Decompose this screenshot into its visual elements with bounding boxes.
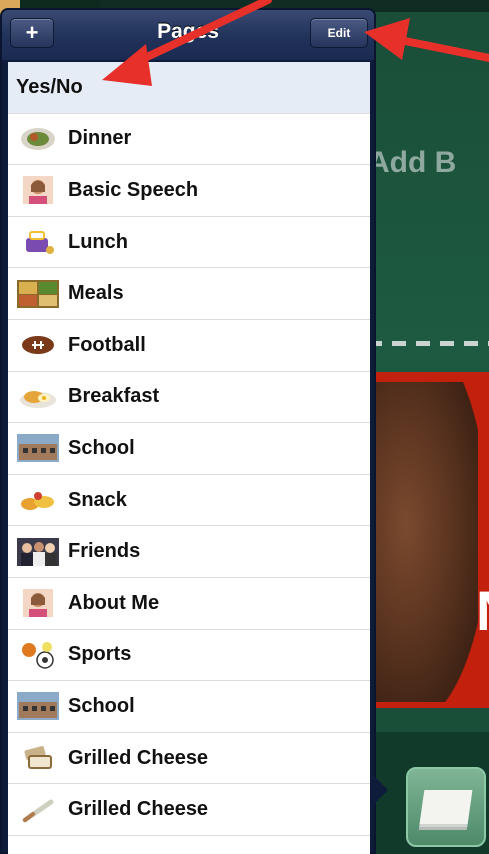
list-item-label: Friends: [68, 540, 141, 563]
pages-list: Yes/No Dinner Basic Speech Lunch Meals Footba…: [8, 62, 370, 854]
list-item[interactable]: Sports: [8, 629, 370, 682]
breakfast-icon: [16, 382, 60, 412]
list-item[interactable]: Football: [8, 319, 370, 372]
list-item-label: Breakfast: [68, 385, 160, 408]
list-item-label: School: [68, 694, 135, 717]
list-item[interactable]: School: [8, 423, 370, 475]
pages-nav-bar: + Pages Edit: [2, 10, 374, 60]
sandwich-icon: [16, 743, 60, 773]
hand-image: [368, 382, 478, 702]
meals-photo-icon: [16, 279, 60, 309]
list-item-label: Yes/No: [16, 75, 83, 98]
friends-photo-icon: [16, 537, 60, 567]
list-item[interactable]: Yes/No: [8, 62, 370, 114]
list-item-label: Lunch: [68, 230, 128, 253]
list-item-label: Sports: [68, 643, 132, 666]
list-item[interactable]: About Me: [8, 577, 370, 630]
add-button-text[interactable]: Add B: [368, 146, 456, 180]
list-item-label: Meals: [68, 282, 124, 305]
list-item-label: Football: [68, 333, 146, 356]
school-building-icon: [16, 433, 60, 463]
list-item[interactable]: Grilled Cheese: [8, 732, 370, 785]
red-card-letter: N: [476, 578, 489, 643]
list-item[interactable]: Meals: [8, 268, 370, 320]
list-item[interactable]: Breakfast: [8, 371, 370, 424]
knife-icon: [16, 795, 60, 825]
snack-icon: [16, 485, 60, 515]
list-item-label: Snack: [68, 488, 127, 511]
list-item-label: About Me: [68, 591, 160, 614]
list-item-label: Grilled Cheese: [68, 798, 209, 821]
edit-button[interactable]: Edit: [310, 18, 368, 48]
list-item[interactable]: Lunch: [8, 216, 370, 269]
sports-balls-icon: [16, 640, 60, 670]
list-item[interactable]: Snack: [8, 474, 370, 527]
football-icon: [16, 330, 60, 360]
dinner-plate-icon: [16, 124, 60, 154]
list-item[interactable]: Friends: [8, 526, 370, 578]
list-item[interactable]: School: [8, 681, 370, 733]
person-photo-icon: [16, 175, 60, 205]
list-item-label: Dinner: [68, 127, 132, 150]
pages-popover: + Pages Edit Yes/No Dinner Basic Speech Lun…: [0, 8, 376, 854]
list-item-label: School: [68, 436, 135, 459]
list-item[interactable]: Dinner: [8, 113, 370, 166]
school-building-icon: [16, 691, 60, 721]
popover-arrow: [374, 776, 388, 804]
paper-stack-icon: [419, 790, 473, 824]
lunchbox-icon: [16, 227, 60, 257]
red-card-image[interactable]: N: [368, 372, 489, 708]
list-item-label: Basic Speech: [68, 178, 199, 201]
person-photo-icon: [16, 588, 60, 618]
list-item[interactable]: Basic Speech: [8, 165, 370, 217]
list-item-label: Grilled Cheese: [68, 746, 209, 769]
dashed-divider: [368, 341, 489, 346]
paper-stack-thumbnail[interactable]: [406, 767, 486, 847]
list-item[interactable]: Grilled Cheese: [8, 784, 370, 836]
